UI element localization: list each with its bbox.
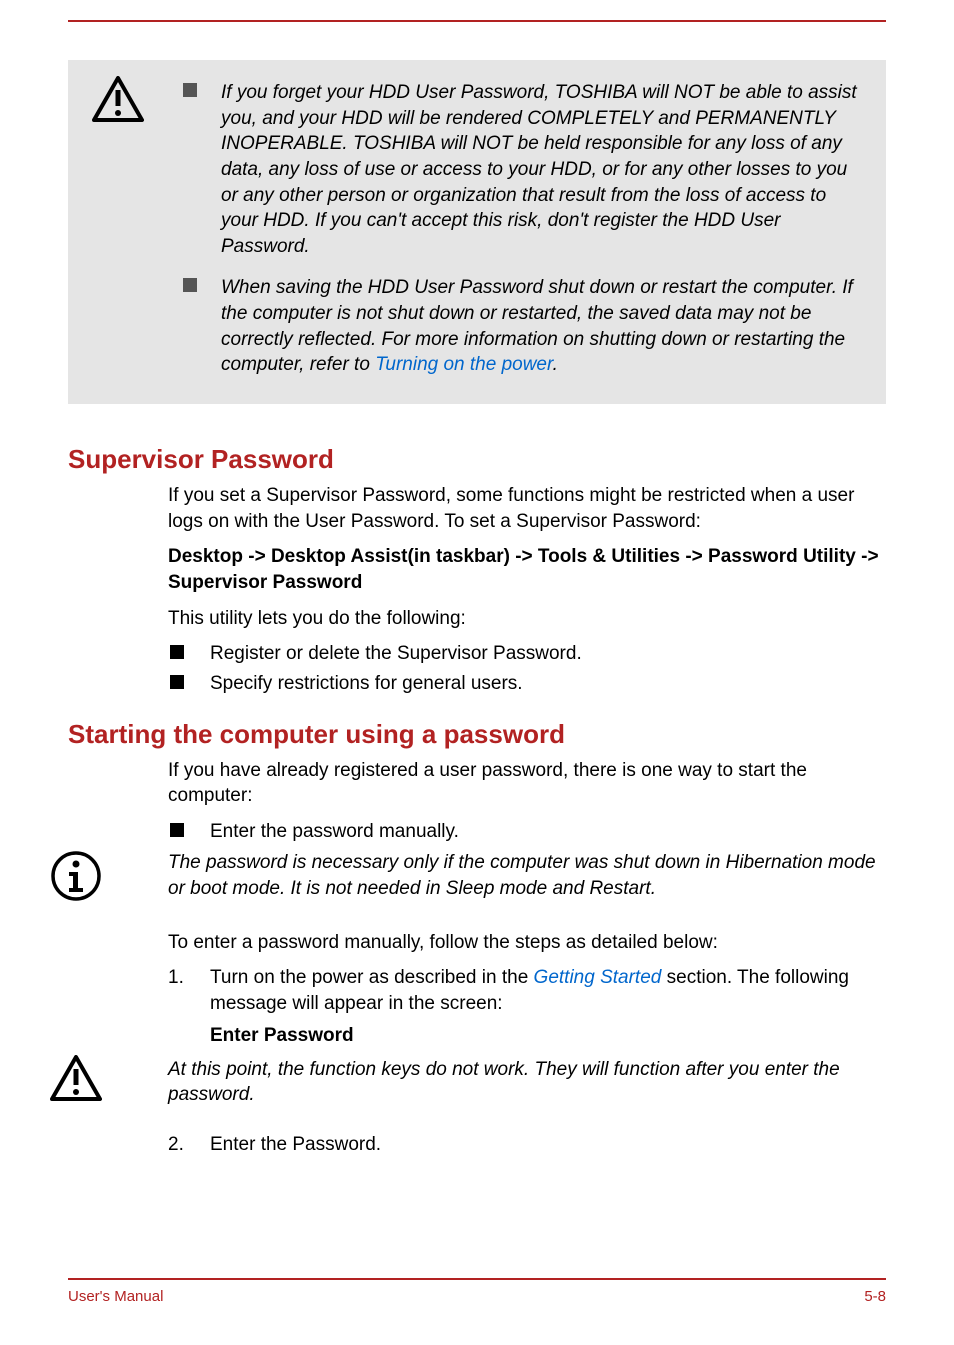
heading-supervisor-password: Supervisor Password	[68, 444, 886, 475]
warning-note-1-text: If you forget your HDD User Password, TO…	[221, 80, 858, 259]
supervisor-p1: If you set a Supervisor Password, some f…	[168, 483, 886, 534]
supervisor-bullet-2: Specify restrictions for general users.	[168, 671, 886, 697]
step-2-number: 2.	[168, 1132, 184, 1158]
starting-body-2: To enter a password manually, follow the…	[168, 930, 886, 1047]
step-2: 2. Enter the Password.	[168, 1132, 886, 1158]
info-icon	[50, 850, 102, 907]
enter-password-label: Enter Password	[168, 1025, 886, 1047]
warning-icon	[92, 76, 144, 129]
supervisor-p2: This utility lets you do the following:	[168, 606, 886, 632]
supervisor-path: Desktop -> Desktop Assist(in taskbar) ->…	[168, 544, 886, 595]
info-callout: The password is necessary only if the co…	[168, 850, 886, 901]
top-divider	[68, 20, 886, 22]
starting-body-1: If you have already registered a user pa…	[168, 758, 886, 845]
starting-p1: If you have already registered a user pa…	[168, 758, 886, 809]
caution-note-text: At this point, the function keys do not …	[168, 1057, 886, 1108]
warning-note-2: When saving the HDD User Password shut d…	[181, 275, 858, 378]
link-getting-started[interactable]: Getting Started	[534, 967, 662, 988]
footer-right: 5-8	[864, 1288, 886, 1305]
supervisor-password-body: If you set a Supervisor Password, some f…	[168, 483, 886, 696]
warning-icon	[50, 1055, 102, 1108]
starting-bullet-1: Enter the password manually.	[168, 819, 886, 845]
info-note-text: The password is necessary only if the co…	[168, 850, 886, 901]
page-footer: User's Manual 5-8	[68, 1278, 886, 1305]
warning-note-2-text: When saving the HDD User Password shut d…	[221, 275, 858, 378]
link-turning-on-power[interactable]: Turning on the power	[375, 354, 552, 375]
square-bullet-icon	[183, 278, 197, 292]
square-bullet-icon	[183, 83, 197, 97]
starting-body-3: 2. Enter the Password.	[168, 1132, 886, 1158]
warning-callout: If you forget your HDD User Password, TO…	[68, 60, 886, 404]
supervisor-bullet-1: Register or delete the Supervisor Passwo…	[168, 641, 886, 667]
starting-p2: To enter a password manually, follow the…	[168, 930, 886, 956]
heading-starting-computer: Starting the computer using a password	[68, 719, 886, 750]
caution-callout: At this point, the function keys do not …	[168, 1057, 886, 1108]
step-1: 1. Turn on the power as described in the…	[168, 965, 886, 1016]
footer-left: User's Manual	[68, 1288, 163, 1305]
step-1-number: 1.	[168, 965, 184, 991]
warning-note-1: If you forget your HDD User Password, TO…	[181, 80, 858, 259]
